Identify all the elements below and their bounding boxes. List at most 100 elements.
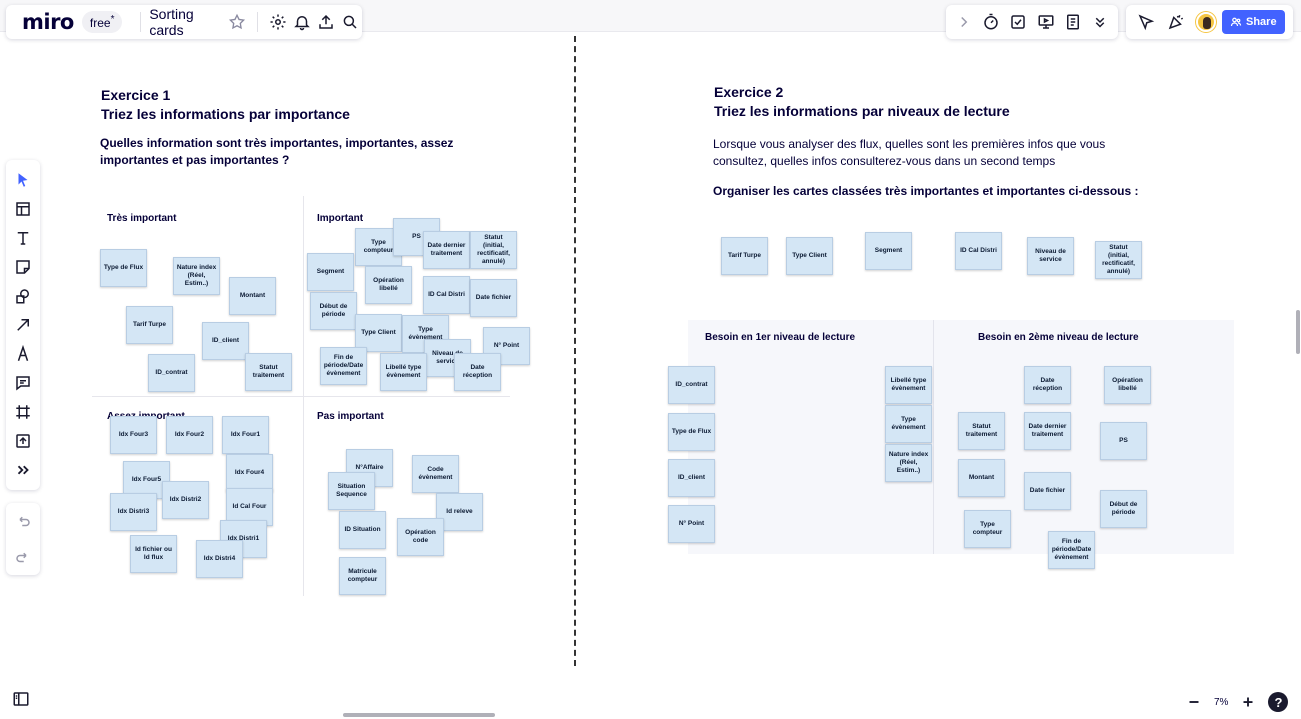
card[interactable]: ID Cal Distri [955,232,1002,270]
frame-icon[interactable] [9,398,37,426]
sticky-note-icon[interactable] [9,253,37,281]
voting-icon[interactable] [1005,8,1032,36]
card[interactable]: Nature index (Réel, Estim..) [173,257,220,295]
miro-logo[interactable]: miro [22,10,74,34]
settings-icon[interactable] [265,8,289,36]
exercise1-title-line1: Exercice 1 [101,87,171,103]
card[interactable]: Statut (initial, rectificatif, annulé) [470,231,517,269]
card[interactable]: Début de période [1100,490,1147,528]
card[interactable]: Opération libellé [1104,366,1151,404]
card[interactable]: Libellé type évènement [885,366,932,404]
card[interactable]: Idx Four1 [222,416,269,454]
card[interactable]: Type de Flux [668,413,715,451]
card[interactable]: Matricule compteur [339,557,386,595]
upload-icon[interactable] [9,427,37,455]
card[interactable]: Fin de période/Date évènement [320,347,367,385]
text-tool-icon[interactable] [9,224,37,252]
card[interactable]: Montant [958,459,1005,497]
select-cursor-icon[interactable] [9,166,37,194]
card[interactable]: Code évènement [412,455,459,493]
card[interactable]: Idx Distri2 [162,481,209,519]
card[interactable]: ID_client [668,459,715,497]
timer-icon[interactable] [977,8,1004,36]
card[interactable]: ID Situation [339,511,386,549]
card[interactable]: Idx Four3 [110,416,157,454]
card[interactable]: Date réception [1024,366,1071,404]
more-chevron-icon[interactable] [1087,8,1114,36]
card[interactable]: Idx Four4 [226,454,273,492]
share-button[interactable]: Share [1222,10,1285,34]
card[interactable]: Type de Flux [100,249,147,287]
board-canvas[interactable]: miro free* Sorting cards Share 7% ? Exer… [0,0,1301,719]
frames-panel-icon[interactable] [7,685,35,713]
vertical-scrollbar[interactable] [1296,310,1300,354]
card[interactable]: ID_contrat [668,366,715,404]
card[interactable]: Idx Distri3 [110,493,157,531]
card[interactable]: N° Point [668,505,715,543]
bell-icon[interactable] [290,8,314,36]
zoom-out-icon[interactable] [1180,688,1208,716]
plan-badge[interactable]: free* [81,11,123,33]
shapes-icon[interactable] [9,282,37,310]
pen-icon[interactable] [9,340,37,368]
card[interactable]: Idx Four2 [166,416,213,454]
notes-icon[interactable] [1059,8,1086,36]
card[interactable]: Date fichier [1024,472,1071,510]
horizontal-scrollbar[interactable] [343,713,495,717]
card[interactable]: ID_contrat [148,354,195,392]
comment-icon[interactable] [9,369,37,397]
card[interactable]: Fin de période/Date évènement [1048,531,1095,569]
search-icon[interactable] [338,8,362,36]
card[interactable]: Montant [229,277,276,315]
plan-star: * [110,14,115,25]
zoom-level[interactable]: 7% [1214,697,1228,708]
card[interactable]: Segment [865,232,912,270]
user-avatar[interactable] [1192,8,1220,36]
card[interactable]: Date réception [454,353,501,391]
frame-template-icon[interactable] [9,195,37,223]
card[interactable]: Tarif Turpe [721,237,768,275]
card[interactable]: Niveau de service [1027,237,1074,275]
chevron-right-icon[interactable] [950,8,977,36]
card[interactable]: Type évènement [885,405,932,443]
history-toolbar [6,503,40,575]
card[interactable]: Id fichier ou Id flux [130,535,177,573]
more-tools-icon[interactable] [9,456,37,484]
board-title[interactable]: Sorting cards [149,6,220,38]
card[interactable]: Libellé type évènement [380,353,427,391]
card[interactable]: Date dernier traitement [1024,412,1071,450]
exercise2-title-line1: Exercice 2 [714,84,784,100]
card[interactable]: Date fichier [470,279,517,317]
card[interactable]: Segment [307,253,354,291]
card[interactable]: PS [1100,422,1147,460]
card[interactable]: Tarif Turpe [126,306,173,344]
connector-arrow-icon[interactable] [9,311,37,339]
exercise2-title-line2: Triez les informations par niveaux de le… [714,103,1010,119]
card[interactable]: Situation Sequence [328,472,375,510]
help-icon[interactable]: ? [1268,692,1289,712]
card[interactable]: Nature index (Réel, Estim..) [885,444,932,482]
card[interactable]: Statut (initial, rectificatif, annulé) [1095,241,1142,279]
separator [256,12,258,32]
undo-icon[interactable] [9,507,37,535]
presentation-icon[interactable] [1032,8,1059,36]
card[interactable]: Opération code [397,518,444,556]
card[interactable]: Opération libellé [365,266,412,304]
card[interactable]: Statut traitement [245,353,292,391]
card[interactable]: Type Client [786,237,833,275]
card[interactable]: Idx Distri4 [196,540,243,578]
card[interactable]: Type compteur [964,510,1011,548]
star-icon[interactable] [224,8,248,36]
card[interactable]: Début de période [310,292,357,330]
card[interactable]: ID_client [202,322,249,360]
quadrant-title-tres-important: Très important [107,213,177,224]
celebrate-icon[interactable] [1162,8,1190,36]
quadrant-title-pas-important: Pas important [317,411,384,422]
export-icon[interactable] [314,8,338,36]
cursor-flag-icon[interactable] [1132,8,1160,36]
zoom-in-icon[interactable] [1234,688,1262,716]
card[interactable]: ID Cal Distri [423,276,470,314]
redo-icon[interactable] [9,543,37,571]
card[interactable]: Date dernier traitement [423,231,470,269]
card[interactable]: Statut traitement [958,412,1005,450]
